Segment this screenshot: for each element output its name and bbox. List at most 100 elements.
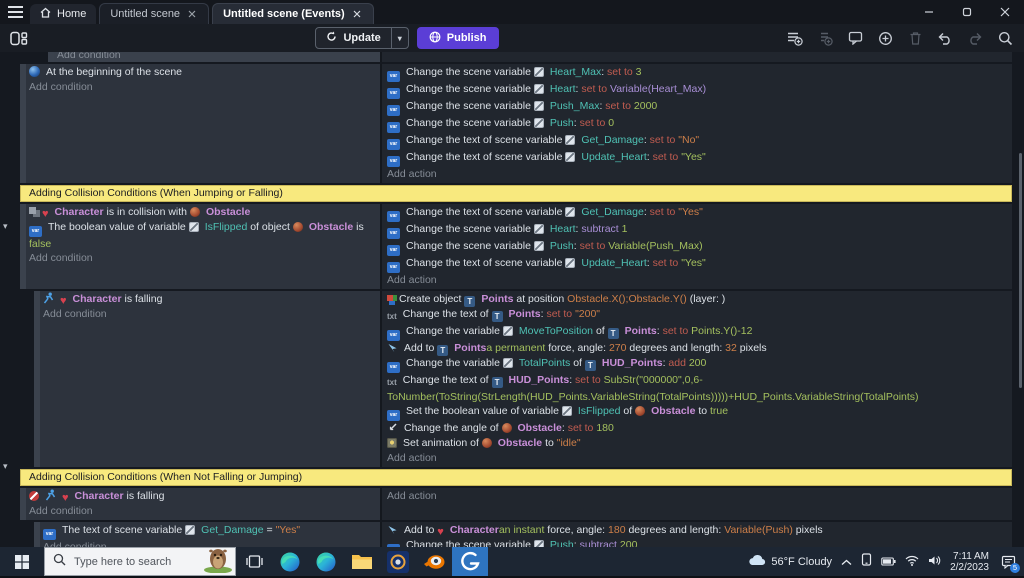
add-condition-link[interactable]: Add condition bbox=[57, 52, 376, 62]
action-row[interactable]: Create object T Points at position Obstac… bbox=[387, 292, 1008, 307]
conditions-cell[interactable]: ♥ Character is falling Add condition bbox=[20, 488, 380, 520]
add-action-link[interactable]: Add action bbox=[387, 451, 1008, 465]
action-row[interactable]: var Change the text of scene variable Get… bbox=[387, 205, 1008, 222]
redo-icon[interactable] bbox=[966, 29, 984, 47]
obstacle-icon bbox=[292, 221, 306, 235]
actions-cell[interactable] bbox=[380, 52, 1012, 62]
force-icon bbox=[387, 342, 401, 356]
text-obj-icon: T bbox=[464, 293, 478, 307]
actions-cell[interactable]: var Change the scene variable Heart_Max: … bbox=[380, 64, 1012, 183]
task-view-button[interactable] bbox=[236, 547, 272, 576]
actions-cell[interactable]: var Change the text of scene variable Get… bbox=[380, 204, 1012, 289]
window-controls bbox=[910, 0, 1024, 24]
add-action-link[interactable]: Add action bbox=[387, 167, 1008, 181]
conditions-cell[interactable]: At the beginning of the scene Add conditi… bbox=[20, 64, 380, 183]
battery-icon[interactable] bbox=[881, 553, 896, 571]
project-manager-icon[interactable] bbox=[10, 29, 28, 47]
add-action-link[interactable]: Add action bbox=[387, 489, 1008, 503]
close-tab-icon[interactable] bbox=[351, 8, 363, 20]
maximize-icon[interactable] bbox=[948, 0, 986, 24]
your-phone-icon[interactable] bbox=[861, 552, 872, 571]
add-condition-link[interactable]: Add condition bbox=[29, 80, 376, 94]
delete-icon[interactable] bbox=[906, 29, 924, 47]
minimize-icon[interactable] bbox=[910, 0, 948, 24]
menu-icon[interactable] bbox=[0, 0, 30, 24]
add-comment-icon[interactable] bbox=[846, 29, 864, 47]
actions-cell[interactable]: Add action bbox=[380, 488, 1012, 520]
edge-app-icon[interactable] bbox=[272, 547, 308, 576]
action-row[interactable]: var Change the variable MoveToPosition of… bbox=[387, 324, 1008, 341]
publish-button[interactable]: Publish bbox=[416, 27, 499, 49]
gdevelop-app-icon[interactable] bbox=[452, 547, 488, 576]
action-row[interactable]: var Change the scene variable Push_Max: s… bbox=[387, 99, 1008, 116]
fold-arrow-icon[interactable]: ▾ bbox=[3, 222, 8, 231]
add-condition-link[interactable]: Add condition bbox=[29, 504, 376, 518]
comment-row[interactable]: Adding Collision Conditions (When Not Fa… bbox=[20, 469, 1012, 486]
actions-cell[interactable]: Add to ♥ Characteran instant force, angle… bbox=[380, 522, 1012, 547]
actions-cell[interactable]: Create object T Points at position Obstac… bbox=[380, 291, 1012, 467]
condition-row[interactable]: var The boolean value of variable IsFlipp… bbox=[29, 220, 376, 251]
wifi-icon[interactable] bbox=[905, 553, 919, 571]
action-row[interactable]: Change the angle of Obstacle: set to 180 bbox=[387, 421, 1008, 436]
action-row[interactable]: txt Change the text of T HUD_Points: set t… bbox=[387, 373, 1008, 404]
add-condition-link[interactable]: Add condition bbox=[43, 307, 376, 321]
weather-widget[interactable]: 56°F Cloudy bbox=[748, 554, 832, 569]
condition-row[interactable]: ♥ Character is falling bbox=[29, 489, 376, 504]
add-action-link[interactable]: Add action bbox=[387, 273, 1008, 287]
action-row[interactable]: var Change the scene variable Heart_Max: … bbox=[387, 65, 1008, 82]
close-icon[interactable] bbox=[986, 0, 1024, 24]
condition-row[interactable]: At the beginning of the scene bbox=[29, 65, 376, 80]
search-input[interactable] bbox=[72, 554, 186, 569]
condition-row[interactable]: var The text of scene variable Get_Damage… bbox=[43, 523, 376, 540]
condition-row[interactable]: ♥ Character is falling bbox=[43, 292, 376, 307]
action-row[interactable]: var Change the text of scene variable Get… bbox=[387, 133, 1008, 150]
update-dropdown-caret-icon[interactable]: ▾ bbox=[390, 28, 408, 48]
varbadge-icon bbox=[502, 357, 516, 371]
conditions-cell[interactable]: ♥ Character is falling Add condition bbox=[34, 291, 380, 467]
action-row[interactable]: var Change the scene variable Push: set t… bbox=[387, 116, 1008, 133]
edge-beta-app-icon[interactable] bbox=[308, 547, 344, 576]
action-center-button[interactable]: 5 bbox=[998, 552, 1020, 573]
vertical-scrollbar[interactable] bbox=[1019, 153, 1022, 388]
start-button[interactable] bbox=[0, 547, 44, 576]
conditions-cell[interactable]: Add condition bbox=[48, 52, 380, 62]
tray-chevron-icon[interactable] bbox=[841, 553, 852, 571]
tab-untitled-scene[interactable]: Untitled scene bbox=[99, 3, 210, 24]
close-tab-icon[interactable] bbox=[186, 8, 198, 20]
action-row[interactable]: Add to ♥ Characteran instant force, angle… bbox=[387, 523, 1008, 538]
update-button[interactable]: Update bbox=[316, 31, 390, 45]
action-row[interactable]: var Set the boolean value of variable IsF… bbox=[387, 404, 1008, 421]
scene-start-icon bbox=[29, 66, 43, 80]
varbadge-icon bbox=[533, 539, 547, 547]
search-icon[interactable] bbox=[996, 29, 1014, 47]
undo-icon[interactable] bbox=[936, 29, 954, 47]
action-row[interactable]: var Change the scene variable Push: set t… bbox=[387, 239, 1008, 256]
action-row[interactable]: var Change the variable TotalPoints of TH… bbox=[387, 356, 1008, 373]
add-other-event-icon[interactable] bbox=[876, 29, 894, 47]
action-row[interactable]: var Change the text of scene variable Upd… bbox=[387, 256, 1008, 273]
condition-row[interactable]: ♥ Character is in collision with Obstacle bbox=[29, 205, 376, 220]
conditions-cell[interactable]: var The text of scene variable Get_Damage… bbox=[34, 522, 380, 547]
comment-row[interactable]: Adding Collision Conditions (When Jumpin… bbox=[20, 185, 1012, 202]
action-row[interactable]: Add to T Pointsa permanent force, angle: … bbox=[387, 341, 1008, 356]
tab-untitled-scene-events[interactable]: Untitled scene (Events) bbox=[212, 3, 374, 24]
add-condition-link[interactable]: Add condition bbox=[29, 251, 376, 265]
add-subevent-icon[interactable] bbox=[816, 29, 834, 47]
tab-home[interactable]: Home bbox=[30, 4, 97, 24]
clock-widget[interactable]: 7:11 AM 2/2/2023 bbox=[950, 551, 989, 573]
fold-arrow-icon[interactable]: ▾ bbox=[3, 462, 8, 471]
action-row[interactable]: Set animation of Obstacle to "idle" bbox=[387, 436, 1008, 451]
varbadge-icon bbox=[533, 66, 547, 80]
add-event-icon[interactable] bbox=[786, 29, 804, 47]
volume-icon[interactable] bbox=[928, 553, 941, 571]
action-row[interactable]: var Change the scene variable Heart: set … bbox=[387, 82, 1008, 99]
action-row[interactable]: var Change the scene variable Heart: subt… bbox=[387, 222, 1008, 239]
conditions-cell[interactable]: ♥ Character is in collision with Obstacle… bbox=[20, 204, 380, 289]
blender-app-icon[interactable] bbox=[416, 547, 452, 576]
file-explorer-icon[interactable] bbox=[344, 547, 380, 576]
taskbar-search[interactable] bbox=[44, 547, 236, 576]
action-row[interactable]: varChange the scene variable Push: subtr… bbox=[387, 538, 1008, 547]
media-player-app-icon[interactable] bbox=[380, 547, 416, 576]
action-row[interactable]: txt Change the text of T Points: set to "2… bbox=[387, 307, 1008, 324]
action-row[interactable]: var Change the text of scene variable Upd… bbox=[387, 150, 1008, 167]
